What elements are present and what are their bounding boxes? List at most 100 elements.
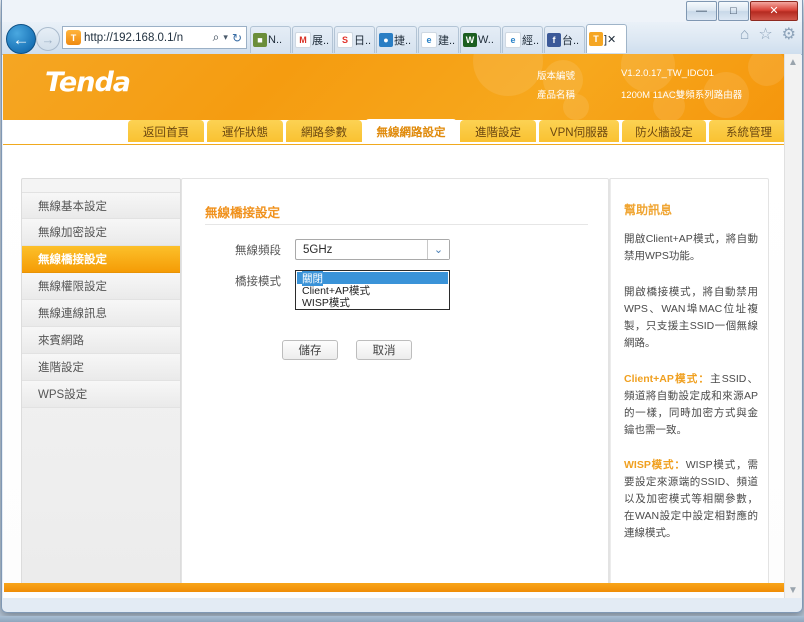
help-title: 幫助訊息 [624, 203, 673, 217]
help-text-wisp: WISP模式，需要設定來源端的SSID、頻道以及加密模式等相關參數，在WAN設定… [624, 459, 758, 539]
bridge-mode-option[interactable]: WISP模式 [297, 296, 448, 309]
window-controls: — □ ✕ [686, 1, 798, 21]
tab-label: 捷.. [394, 35, 412, 47]
tab-label: 台.. [562, 35, 580, 47]
favorites-star-icon[interactable]: ☆ [758, 27, 772, 43]
help-divider [610, 179, 611, 586]
bridge-mode-listbox[interactable]: 關閉 Client+AP模式 WISP模式 [295, 270, 450, 310]
nav-tab[interactable]: 運作狀態 [207, 120, 283, 144]
tab-favicon-icon: f [547, 33, 561, 47]
back-arrow-icon: ← [12, 29, 30, 49]
nav-tab[interactable]: 防火牆設定 [622, 120, 706, 144]
nav-tab[interactable]: 無線網路設定 [365, 120, 457, 144]
version-label: 版本編號 [537, 71, 576, 82]
tab-label: W.. [478, 34, 494, 46]
tab-favicon-icon: ● [379, 33, 393, 47]
browser-tab[interactable]: T]✕ [586, 24, 627, 53]
sidebar-item[interactable]: WPS設定 [22, 381, 180, 408]
content-panel: 無線橋接設定 無線頻段 5GHz ⌄ 橋接模式 關閉 Client+AP模式 WIS… [181, 178, 663, 587]
tab-label: 建.. [438, 35, 456, 47]
browser-tab[interactable]: e 經.. [502, 26, 543, 53]
wireless-band-select[interactable]: 5GHz ⌄ [295, 239, 450, 260]
footer-bar [4, 583, 794, 592]
gear-icon[interactable]: ⚙ [782, 27, 796, 43]
home-icon[interactable]: ⌂ [740, 27, 750, 43]
main-navigation: 返回首頁 運作狀態 網路參數 無線網路設定 進階設定 VPN伺服器 防火牆設定 系統管理 [3, 120, 789, 144]
search-icon[interactable]: ⌕ [213, 30, 220, 45]
browser-tab[interactable]: M 展.. [292, 26, 333, 53]
help-key-client-ap: Client+AP模式： [624, 373, 711, 385]
window-title-bar: — □ ✕ [2, 0, 802, 22]
minimize-button[interactable]: — [686, 1, 717, 21]
tab-favicon-icon: T [589, 32, 603, 46]
tab-label: 經.. [522, 35, 540, 47]
sidebar-item[interactable]: 無線權限設定 [22, 273, 180, 300]
page-viewport: Tenda 版本編號 V1.2.0.17_TW_IDC01 產品名稱 1200M… [3, 54, 801, 598]
page-scrollbar[interactable]: ▲ ▼ [784, 54, 801, 598]
browser-tab[interactable]: e 建.. [418, 26, 459, 53]
browser-tab[interactable]: ● 捷.. [376, 26, 417, 53]
nav-tab[interactable]: 返回首頁 [128, 120, 204, 144]
form-buttons: 儲存 取消 [282, 340, 412, 360]
sidebar-item[interactable]: 無線基本設定 [22, 192, 180, 219]
site-favicon-icon: T [66, 30, 81, 45]
wireless-band-value: 5GHz [303, 243, 333, 256]
product-value: 1200M 11AC雙頻系列路由器 [621, 90, 743, 101]
nav-tab[interactable]: 網路參數 [286, 120, 362, 144]
sidebar-item[interactable]: 無線橋接設定 [22, 246, 180, 273]
browser-tab[interactable]: W W.. [460, 26, 501, 53]
sidebar-item[interactable]: 無線連線訊息 [22, 300, 180, 327]
browser-window: — □ ✕ ← → T http://192.168.0.1/n ⌕ ▾ ↻ ■… [1, 0, 803, 613]
browser-tab[interactable]: S 日.. [334, 26, 375, 53]
sidebar-menu: 無線基本設定 無線加密設定 無線橋接設定 無線權限設定 無線連線訊息 來賓網路 進階設定 WP… [21, 178, 181, 587]
tab-favicon-icon: W [463, 33, 477, 47]
browser-tab-strip: ■ N.. M 展.. S 日.. ● 捷.. e 建.. W W.. e 經.. f 台.. T]✕ [250, 24, 628, 53]
tab-favicon-icon: e [505, 32, 521, 48]
help-paragraph: 開啟橋接模式，將自動禁用WPS、WAN埠MAC位址複製，只支援主SSID一個無線… [624, 286, 758, 349]
help-panel: 幫助訊息 開啟Client+AP模式，將自動禁用WPS功能。 開啟橋接模式，將自… [609, 178, 769, 587]
back-button[interactable]: ← [6, 24, 36, 54]
desktop-background: — □ ✕ ← → T http://192.168.0.1/n ⌕ ▾ ↻ ■… [0, 0, 804, 622]
tab-label: 展.. [312, 35, 330, 47]
help-paragraph-wisp: WISP模式：WISP模式，需要設定來源端的SSID、頻道以及加密模式等相關參數… [624, 457, 758, 542]
router-admin-page: Tenda 版本編號 V1.2.0.17_TW_IDC01 產品名稱 1200M… [3, 54, 794, 598]
nav-tab[interactable]: VPN伺服器 [539, 120, 619, 144]
tenda-logo: Tenda [45, 67, 131, 98]
browser-tab[interactable]: ■ N.. [250, 26, 291, 53]
chevron-down-icon[interactable]: ▾ [223, 32, 228, 43]
tab-favicon-icon: ■ [253, 33, 267, 47]
sidebar-item[interactable]: 無線加密設定 [22, 219, 180, 246]
sidebar-item[interactable]: 進階設定 [22, 354, 180, 381]
bridge-mode-label: 橋接模式 [235, 276, 281, 288]
forward-button[interactable]: → [36, 27, 60, 51]
site-header: Tenda 版本編號 V1.2.0.17_TW_IDC01 產品名稱 1200M… [3, 54, 785, 120]
refresh-icon[interactable]: ↻ [232, 31, 242, 45]
nav-tab[interactable]: 進階設定 [460, 120, 536, 144]
tab-label: 日.. [354, 35, 372, 47]
nav-tab[interactable]: 系統管理 [709, 120, 789, 144]
help-key-wisp: WISP模式： [624, 459, 686, 471]
tab-label: ]✕ [604, 33, 617, 46]
tab-favicon-icon: e [421, 32, 437, 48]
wireless-band-label: 無線頻段 [235, 245, 281, 257]
chevron-down-icon[interactable]: ⌄ [427, 240, 449, 259]
tab-favicon-icon: M [295, 32, 311, 48]
close-button[interactable]: ✕ [750, 1, 798, 21]
cancel-button[interactable]: 取消 [356, 340, 412, 360]
window-bottom-edge [0, 616, 804, 622]
scroll-up-icon[interactable]: ▲ [785, 54, 801, 70]
product-label: 產品名稱 [537, 90, 576, 101]
bridge-mode-option-label: WISP模式 [302, 296, 350, 309]
scroll-down-icon[interactable]: ▼ [785, 582, 801, 598]
save-button[interactable]: 儲存 [282, 340, 338, 360]
maximize-button[interactable]: □ [718, 1, 749, 21]
sidebar-item[interactable]: 來賓網路 [22, 327, 180, 354]
address-bar[interactable]: T http://192.168.0.1/n ⌕ ▾ ↻ [62, 26, 247, 49]
browser-toolbar: ← → T http://192.168.0.1/n ⌕ ▾ ↻ ■ N.. M 展.… [2, 22, 802, 55]
title-divider [205, 224, 588, 225]
forward-arrow-icon: → [41, 31, 55, 47]
bridge-mode-row: 橋接模式 關閉 Client+AP模式 WISP模式 [205, 270, 450, 310]
help-paragraph: 開啟Client+AP模式，將自動禁用WPS功能。 [624, 233, 758, 262]
wireless-band-row: 無線頻段 5GHz ⌄ [205, 239, 450, 260]
browser-tab[interactable]: f 台.. [544, 26, 585, 53]
